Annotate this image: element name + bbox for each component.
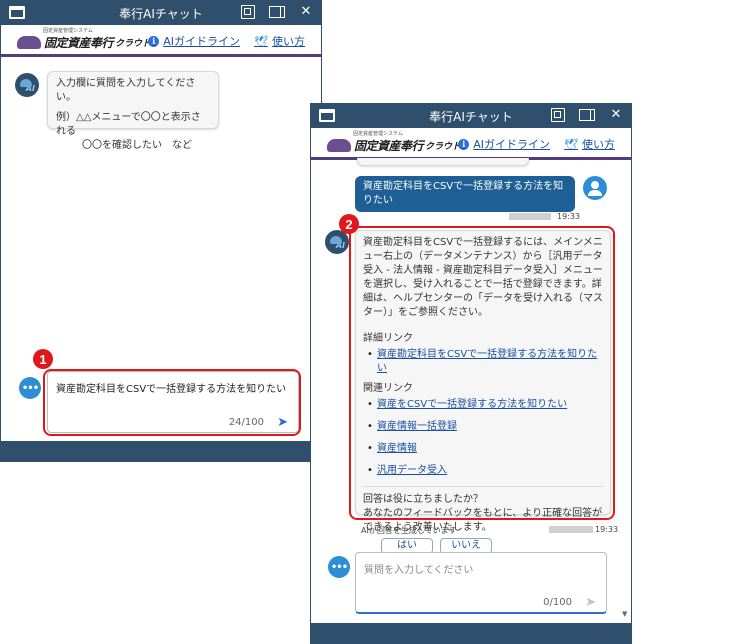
- user-avatar-icon: [583, 176, 607, 200]
- chat-dots: •••: [330, 561, 348, 573]
- ai-avatar-label: AI: [335, 241, 345, 250]
- left-chat-window: 奉行AIチャット ✕ 固定資産管理システム 固定資産奉行 クラウド i AIガイド…: [0, 0, 322, 462]
- info-icon: i: [148, 35, 160, 47]
- logo-subtitle: クラウド: [115, 39, 152, 49]
- highlight-frame-2: [349, 226, 615, 520]
- how-to-link[interactable]: 🕊 使い方: [564, 136, 615, 152]
- close-icon[interactable]: ✕: [609, 108, 623, 122]
- product-logo: 固定資産管理システム 固定資産奉行 クラウド: [327, 131, 461, 154]
- restore-icon[interactable]: [241, 5, 255, 19]
- bird-icon: 🕊: [254, 34, 268, 48]
- ai-disclaimer: AIが回答を生成しています: [361, 526, 457, 535]
- ai-guideline-link[interactable]: i AIガイドライン: [148, 33, 240, 49]
- ai-guideline-link[interactable]: i AIガイドライン: [458, 136, 550, 152]
- window-footer: [311, 623, 631, 643]
- logo-cloud-icon: [17, 36, 41, 49]
- close-icon[interactable]: ✕: [299, 5, 313, 19]
- bird-icon: 🕊: [564, 137, 578, 151]
- how-to-label: 使い方: [582, 138, 615, 151]
- app-header: 固定資産管理システム 固定資産奉行 クラウド i AIガイドライン 🕊 使い方: [311, 128, 631, 160]
- logo-title: 固定資産奉行: [44, 36, 114, 50]
- chat-scrollbar[interactable]: ▼: [622, 404, 630, 624]
- ai-name-placeholder: [549, 526, 593, 533]
- greeting-line-1: 入力欄に質問を入力してください。: [56, 78, 196, 103]
- highlight-frame-1: [43, 369, 301, 436]
- window-footer: [1, 441, 321, 461]
- chat-bubble-icon: •••: [19, 377, 41, 399]
- ai-guideline-label: AIガイドライン: [473, 138, 551, 151]
- side-panel-icon[interactable]: [269, 6, 285, 18]
- question-input[interactable]: 質問を入力してください 0/100 ➤: [355, 552, 607, 614]
- side-panel-icon[interactable]: [579, 109, 595, 121]
- user-message-bubble: 資産勘定科目をCSVで一括登録する方法を知りたい: [355, 176, 575, 212]
- chat-bubble-icon: •••: [328, 556, 350, 578]
- previous-bubble-edge: [357, 158, 529, 166]
- how-to-link[interactable]: 🕊 使い方: [254, 33, 305, 49]
- greeting-line-2: 例）△△メニューで〇〇と表示される: [56, 112, 201, 137]
- user-name-placeholder: [509, 213, 551, 220]
- product-logo: 固定資産管理システム 固定資産奉行 クラウド: [17, 28, 151, 51]
- ai-response-time: 19:33: [595, 525, 619, 534]
- question-input-placeholder: 質問を入力してください: [364, 565, 474, 576]
- greeting-bubble: 入力欄に質問を入力してください。 例）△△メニューで〇〇と表示される 〇〇を確認…: [47, 71, 219, 151]
- right-chat-window: 奉行AIチャット ✕ 固定資産管理システム 固定資産奉行 クラウド i AIガイド…: [310, 103, 632, 644]
- char-counter: 0/100: [543, 597, 572, 608]
- step-marker-2: 2: [339, 214, 359, 234]
- info-icon: i: [458, 138, 470, 150]
- restore-icon[interactable]: [551, 108, 565, 122]
- greeting-line-3: 〇〇を確認したい など: [82, 140, 192, 151]
- send-icon[interactable]: ➤: [585, 595, 596, 610]
- logo-subtitle: クラウド: [425, 142, 462, 152]
- scroll-down-arrow[interactable]: ▼: [622, 610, 627, 618]
- user-message-text: 資産勘定科目をCSVで一括登録する方法を知りたい: [363, 181, 564, 206]
- logo-title: 固定資産奉行: [354, 139, 424, 153]
- step-marker-1: 1: [33, 349, 53, 369]
- title-bar[interactable]: 奉行AIチャット ✕: [1, 1, 321, 25]
- chat-dots: •••: [21, 382, 39, 394]
- how-to-label: 使い方: [272, 35, 305, 48]
- ai-avatar-icon: AI: [15, 73, 39, 97]
- logo-cloud-icon: [327, 139, 351, 152]
- title-bar[interactable]: 奉行AIチャット ✕: [311, 104, 631, 128]
- app-header: 固定資産管理システム 固定資産奉行 クラウド i AIガイドライン 🕊 使い方: [1, 25, 321, 57]
- ai-guideline-label: AIガイドライン: [163, 35, 241, 48]
- ai-avatar-label: AI: [25, 84, 35, 93]
- user-message-time: 19:33: [557, 212, 581, 221]
